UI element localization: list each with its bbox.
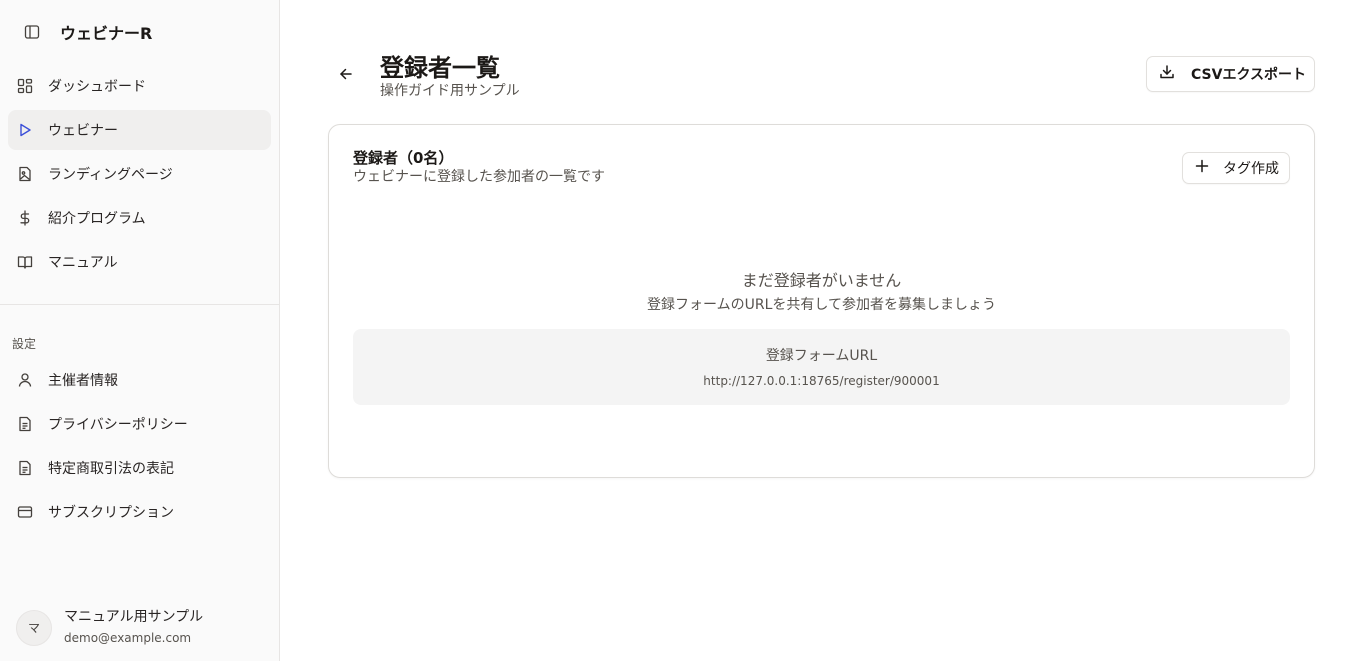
- empty-state-title: まだ登録者がいません: [741, 271, 902, 290]
- avatar: マ: [16, 609, 52, 646]
- user-info: マニュアル用サンプル demo@example.com: [64, 608, 203, 647]
- registration-url-label: 登録フォームURL: [765, 348, 878, 364]
- sidebar-item-subscription[interactable]: サブスクリプション: [8, 492, 271, 532]
- back-arrow-icon[interactable]: [336, 64, 356, 84]
- user-email: demo@example.com: [64, 631, 192, 645]
- document-icon: [16, 415, 34, 433]
- sidebar-item-referral[interactable]: 紹介プログラム: [8, 198, 271, 238]
- app-title: ウェビナーR: [60, 24, 153, 43]
- registrants-card: 登録者（0名） ウェビナーに登録した参加者の一覧です タグ作成 まだ登録者がいま…: [328, 124, 1315, 478]
- user-icon: [16, 371, 34, 389]
- empty-state-subtitle: 登録フォームのURLを共有して参加者を募集しましょう: [647, 297, 996, 313]
- sidebar-divider: [0, 304, 279, 305]
- sidebar-item-webinar[interactable]: ウェビナー: [8, 110, 271, 150]
- brand: ウェビナーR: [22, 20, 152, 44]
- create-tag-label: タグ作成: [1223, 161, 1279, 177]
- user-profile[interactable]: マ マニュアル用サンプル demo@example.com: [16, 608, 203, 647]
- image-file-icon: [16, 165, 34, 183]
- sidebar: ウェビナーR ダッシュボード ウェビナー ランディングページ 紹介プログラム マ…: [0, 0, 280, 661]
- download-icon: [1159, 64, 1175, 84]
- sidebar-toggle-icon[interactable]: [22, 22, 42, 42]
- sidebar-item-label: プライバシーポリシー: [48, 417, 188, 433]
- credit-card-icon: [16, 503, 34, 521]
- app-root: ウェビナーR ダッシュボード ウェビナー ランディングページ 紹介プログラム マ…: [0, 0, 1363, 661]
- document-icon: [16, 459, 34, 477]
- dashboard-icon: [16, 77, 34, 95]
- play-icon: [16, 121, 34, 139]
- sidebar-item-organizer-info[interactable]: 主催者情報: [8, 360, 271, 400]
- csv-export-label: CSVエクスポート: [1191, 67, 1307, 83]
- book-icon: [16, 253, 34, 271]
- page-subtitle: 操作ガイド用サンプル: [380, 83, 520, 99]
- user-name: マニュアル用サンプル: [64, 609, 204, 625]
- card-subtitle: ウェビナーに登録した参加者の一覧です: [353, 169, 605, 185]
- csv-export-button[interactable]: CSVエクスポート: [1146, 56, 1315, 92]
- sidebar-item-manual[interactable]: マニュアル: [8, 242, 271, 282]
- sidebar-item-label: ランディングページ: [48, 167, 173, 183]
- create-tag-button[interactable]: タグ作成: [1182, 152, 1290, 184]
- registration-url-box: 登録フォームURL http://127.0.0.1:18765/registe…: [353, 329, 1290, 405]
- main-nav: ダッシュボード ウェビナー ランディングページ 紹介プログラム マニュアル: [8, 66, 271, 286]
- sidebar-item-label: マニュアル: [48, 255, 118, 271]
- sidebar-item-label: 主催者情報: [48, 373, 118, 389]
- sidebar-item-label: 特定商取引法の表記: [48, 461, 174, 477]
- sidebar-item-privacy-policy[interactable]: プライバシーポリシー: [8, 404, 271, 444]
- plus-icon: [1195, 159, 1209, 177]
- sidebar-item-landing-page[interactable]: ランディングページ: [8, 154, 271, 194]
- card-title: 登録者（0名）: [353, 149, 454, 167]
- registration-url-value[interactable]: http://127.0.0.1:18765/register/900001: [353, 374, 1290, 388]
- main-content: 登録者一覧 操作ガイド用サンプル CSVエクスポート 登録者（0名） ウェビナー…: [280, 0, 1363, 661]
- settings-section-label: 設定: [12, 337, 37, 351]
- sidebar-item-label: ウェビナー: [48, 123, 118, 139]
- sidebar-item-label: サブスクリプション: [48, 505, 174, 521]
- dollar-icon: [16, 209, 34, 227]
- sidebar-item-label: 紹介プログラム: [48, 211, 146, 227]
- sidebar-item-label: ダッシュボード: [48, 79, 146, 95]
- page-title: 登録者一覧: [380, 54, 500, 82]
- sidebar-item-dashboard[interactable]: ダッシュボード: [8, 66, 271, 106]
- sidebar-item-commercial-law[interactable]: 特定商取引法の表記: [8, 448, 271, 488]
- settings-nav: 主催者情報 プライバシーポリシー 特定商取引法の表記 サブスクリプション: [8, 360, 271, 536]
